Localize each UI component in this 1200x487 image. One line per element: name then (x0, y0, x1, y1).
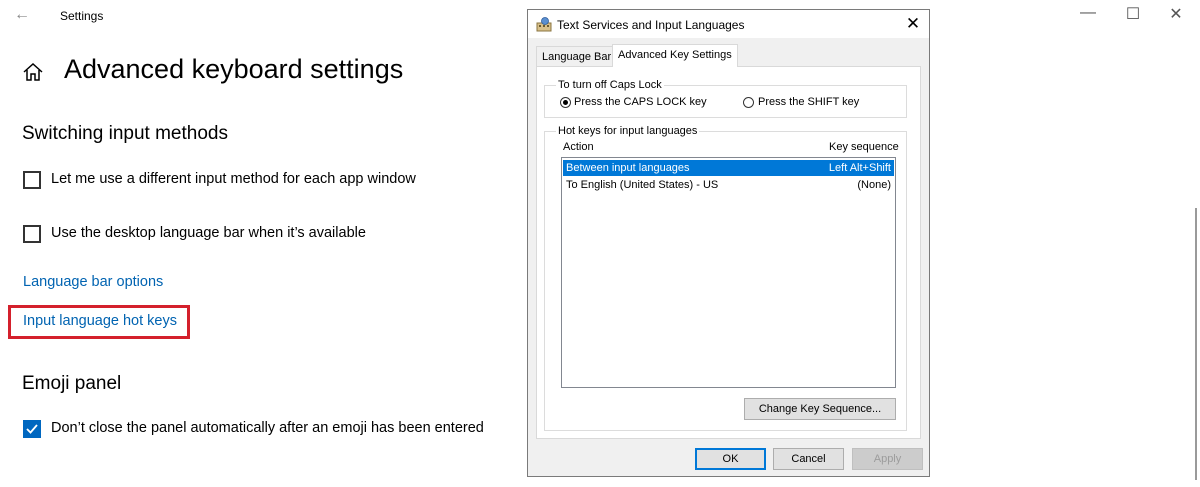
home-icon[interactable] (22, 61, 44, 83)
list-item[interactable]: To English (United States) - US (None) (563, 177, 894, 193)
per-app-input-label[interactable]: Let me use a different input method for … (51, 171, 416, 187)
dialog-title: Text Services and Input Languages (557, 18, 745, 32)
ok-button[interactable]: OK (695, 448, 766, 470)
column-header-action[interactable]: Action (563, 141, 594, 153)
tab-panel: To turn off Caps Lock Press the CAPS LOC… (536, 66, 921, 439)
cancel-button[interactable]: Cancel (773, 448, 844, 470)
caps-lock-legend: To turn off Caps Lock (556, 79, 664, 91)
change-key-sequence-button[interactable]: Change Key Sequence... (744, 398, 896, 420)
dialog-close-icon[interactable]: ✕ (900, 13, 926, 35)
list-item-action: Between input languages (566, 162, 690, 174)
input-language-hot-keys-link[interactable]: Input language hot keys (23, 313, 177, 329)
minimize-button[interactable]: — (1073, 4, 1103, 22)
caps-lock-key-radio[interactable] (560, 97, 571, 108)
hotkeys-legend: Hot keys for input languages (556, 125, 700, 137)
back-arrow-icon[interactable]: ← (14, 6, 30, 24)
text-services-dialog: Text Services and Input Languages ✕ Lang… (527, 9, 930, 477)
list-item-key: (None) (857, 179, 891, 191)
tab-advanced-key-settings[interactable]: Advanced Key Settings (612, 44, 738, 67)
emoji-panel-label[interactable]: Don’t close the panel automatically afte… (51, 420, 484, 436)
desktop-language-bar-checkbox[interactable] (23, 225, 41, 243)
hotkeys-listbox[interactable]: Between input languages Left Alt+Shift T… (561, 157, 896, 388)
language-bar-options-link[interactable]: Language bar options (23, 274, 163, 290)
checkmark-icon (26, 424, 38, 434)
tab-language-bar[interactable]: Language Bar (536, 46, 618, 66)
dialog-titlebar[interactable]: Text Services and Input Languages ✕ (528, 10, 929, 38)
maximize-button[interactable]: ☐ (1118, 4, 1148, 24)
switching-heading: Switching input methods (22, 123, 228, 144)
desktop-language-bar-label[interactable]: Use the desktop language bar when it’s a… (51, 225, 366, 241)
page-title: Advanced keyboard settings (64, 54, 404, 84)
apply-button[interactable]: Apply (852, 448, 923, 470)
emoji-panel-checkbox[interactable] (23, 420, 41, 438)
close-button[interactable]: ✕ (1161, 4, 1191, 24)
emoji-heading: Emoji panel (22, 373, 122, 394)
scrollbar[interactable] (1195, 208, 1197, 480)
list-item-key: Left Alt+Shift (828, 162, 891, 174)
shift-key-label[interactable]: Press the SHIFT key (758, 96, 859, 108)
list-item[interactable]: Between input languages Left Alt+Shift (563, 160, 894, 176)
shift-key-radio[interactable] (743, 97, 754, 108)
keyboard-app-icon (536, 17, 552, 32)
app-title: Settings (60, 9, 104, 23)
column-header-key-sequence[interactable]: Key sequence (829, 141, 899, 153)
per-app-input-checkbox[interactable] (23, 171, 41, 189)
caps-lock-key-label[interactable]: Press the CAPS LOCK key (574, 96, 707, 108)
list-item-action: To English (United States) - US (566, 179, 719, 191)
